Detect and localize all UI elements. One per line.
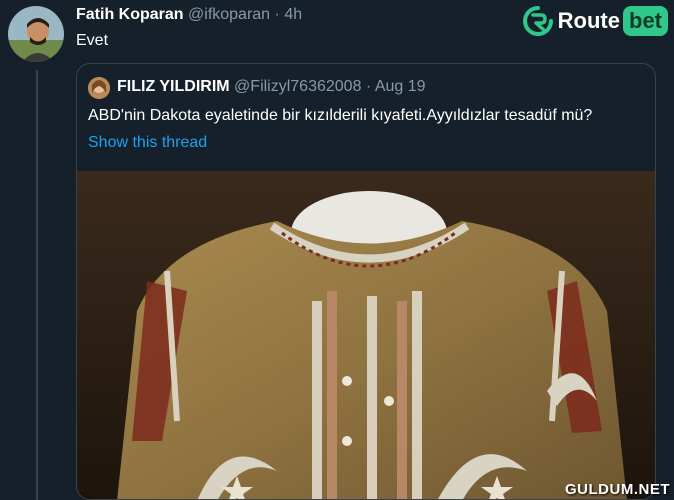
quoted-author-name[interactable]: FILIZ YILDIRIM: [117, 78, 230, 95]
route-logo-icon: [522, 6, 553, 36]
quoted-author-handle[interactable]: @Filizyl76362008: [234, 78, 361, 95]
quoted-header-separator: ·: [365, 78, 372, 95]
watermark: GULDUM.NET: [565, 481, 670, 498]
author-handle[interactable]: @ifkoparan: [188, 6, 270, 23]
tweet-header: Fatih Koparan @ifkoparan · 4h: [76, 6, 302, 24]
tweet-time[interactable]: 4h: [284, 6, 302, 23]
tweet-text: Evet: [76, 32, 109, 49]
quoted-author-avatar[interactable]: [88, 77, 110, 99]
thread-line: [36, 70, 38, 500]
tweet-photo[interactable]: [77, 171, 655, 499]
quoted-tweet-card[interactable]: FILIZ YILDIRIM @Filizyl76362008 · Aug 19…: [76, 63, 656, 500]
brand-word: Route: [557, 8, 620, 33]
quoted-tweet-header: FILIZ YILDIRIM @Filizyl76362008 · Aug 19: [117, 78, 426, 96]
quoted-tweet-text: ABD'nin Dakota eyaletinde bir kızılderil…: [88, 107, 593, 124]
header-separator: ·: [274, 6, 280, 23]
quoted-tweet-date[interactable]: Aug 19: [375, 78, 426, 95]
brand-logo: Route bet: [522, 4, 668, 38]
author-name[interactable]: Fatih Koparan: [76, 6, 184, 23]
show-thread-link[interactable]: Show this thread: [88, 134, 207, 152]
avatar[interactable]: [8, 6, 64, 62]
brand-pill: bet: [623, 6, 668, 36]
